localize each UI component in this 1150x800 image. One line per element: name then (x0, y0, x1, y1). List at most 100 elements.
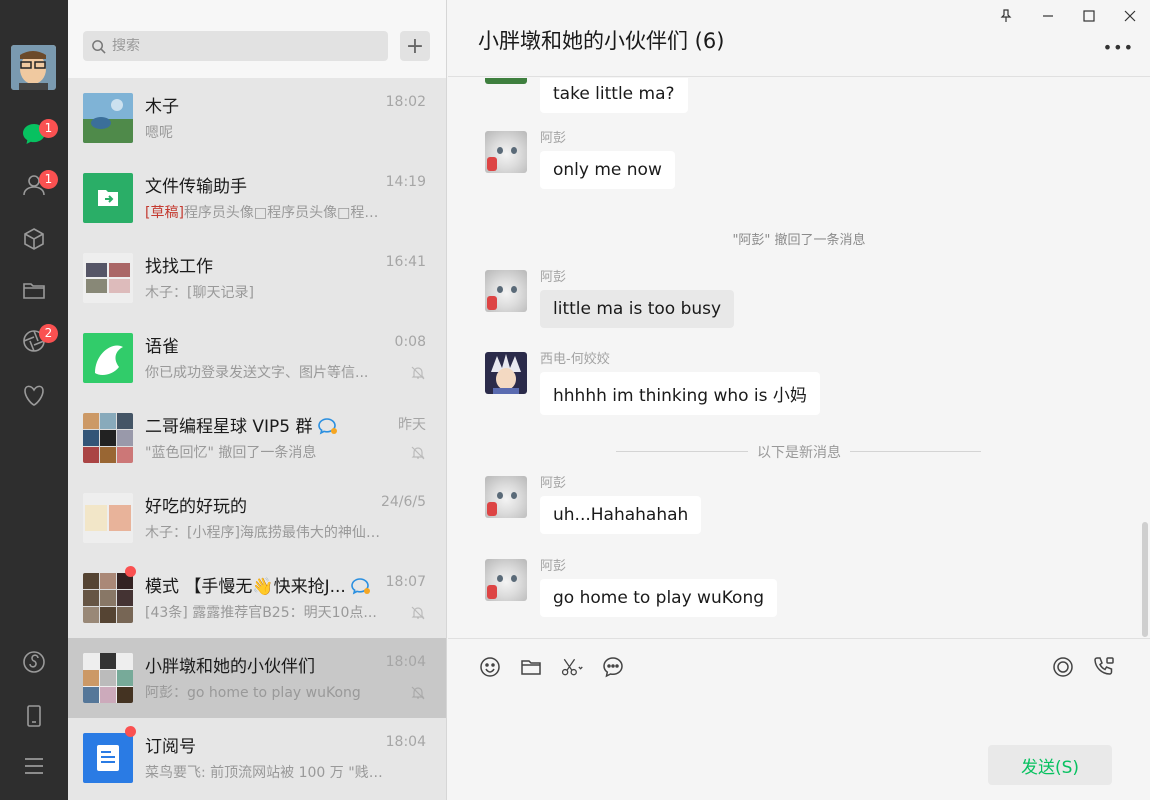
conversation-avatar (83, 93, 133, 143)
conversation-item[interactable]: 模式 【手慢无👋快来抢J... 18:07 [43条] 露露推荐官B25：明天1… (68, 558, 446, 638)
conversation-preview: 阿彭：go home to play wuKong (145, 685, 361, 701)
conversation-name: 二哥编程星球 VIP5 群 (145, 412, 338, 437)
group-avatar (83, 413, 133, 463)
group-avatar (83, 653, 133, 703)
minimize-icon[interactable] (1038, 6, 1058, 26)
pin-icon[interactable] (996, 6, 1016, 26)
conversation-time: 18:04 (385, 654, 426, 670)
chat-pane: 小胖墩和她的小伙伴们 (6) ••• take little ma? 阿彭 on… (448, 0, 1150, 800)
conversation-name: 语雀 (145, 337, 179, 357)
sender-avatar[interactable] (485, 476, 527, 518)
group-chat-badge-icon (318, 418, 337, 435)
contacts-badge: 1 (39, 170, 58, 189)
sender-avatar[interactable] (485, 559, 527, 601)
conversation-preview: 你已成功登录发送文字、图片等信... (145, 365, 369, 381)
nav-sidebar: 1 1 2 (0, 0, 68, 800)
conversation-time: 24/6/5 (380, 494, 426, 510)
search-input[interactable] (112, 38, 372, 54)
conversation-item[interactable]: 找找工作 16:41 木子：[聊天记录] (68, 238, 446, 318)
message-bubble: only me now (540, 151, 675, 189)
conversation-item[interactable]: 好吃的好玩的 24/6/5 木子：[小程序]海底捞最伟大的神仙蘸... (68, 478, 446, 558)
conversation-item[interactable]: 语雀 0:08 你已成功登录发送文字、图片等信... (68, 318, 446, 398)
new-messages-divider-label: 以下是新消息 (748, 442, 850, 462)
mute-bell-icon (411, 446, 425, 460)
message-bubble: take little ma? (540, 78, 688, 113)
sender-name: 阿彭 (540, 270, 567, 285)
conversation-name: 模式 【手慢无👋快来抢J... (145, 572, 371, 597)
send-button[interactable]: 发送(S) (988, 745, 1112, 785)
conversation-time: 昨天 (398, 417, 426, 433)
message-scrollbar[interactable] (1142, 522, 1148, 637)
send-file-folder-icon[interactable] (519, 655, 543, 679)
search-icon (92, 39, 106, 54)
conversation-preview: 嗯呢 (145, 125, 173, 141)
conversation-preview: 菜鸟要飞: 前顶流网站被 100 万 "贱卖... (145, 765, 385, 781)
unread-dot (125, 726, 136, 737)
sender-avatar[interactable] (485, 78, 527, 84)
add-button[interactable]: + (400, 31, 430, 61)
draft-text: 程序员头像□程序员头像□程序员... (183, 205, 385, 221)
conversation-item[interactable]: 订阅号 18:04 菜鸟要飞: 前顶流网站被 100 万 "贱卖... (68, 718, 446, 798)
conversation-time: 18:07 (385, 574, 426, 590)
group-avatar (83, 573, 133, 623)
favorites-box-icon[interactable] (20, 225, 48, 253)
conversation-preview: "蓝色回忆" 撤回了一条消息 (145, 445, 317, 461)
conversation-preview: [草稿]程序员头像□程序员头像□程序员... (145, 202, 385, 222)
group-avatar (83, 493, 133, 543)
phone-icon[interactable] (20, 702, 48, 730)
group-avatar (83, 253, 133, 303)
conversation-item[interactable]: 文件传输助手 14:19 [草稿]程序员头像□程序员头像□程序员... (68, 158, 446, 238)
conversation-preview: 木子：[聊天记录] (145, 285, 254, 301)
file-transfer-avatar (83, 173, 133, 223)
conversation-time: 18:02 (385, 94, 426, 110)
sender-name: 阿彭 (540, 131, 567, 146)
conversation-name: 好吃的好玩的 (145, 497, 247, 517)
mute-bell-icon (411, 366, 425, 380)
chat-title: 小胖墩和她的小伙伴们 (6) (478, 29, 725, 53)
message-bubble: hhhhh im thinking who is 小妈 (540, 372, 820, 415)
conversation-name: 文件传输助手 (145, 177, 247, 197)
message-bubble: little ma is too busy (540, 290, 735, 328)
menu-hamburger-icon[interactable] (20, 752, 48, 780)
conversation-time: 18:04 (385, 734, 426, 750)
conversation-name: 木子 (145, 97, 179, 117)
subscriptions-avatar (83, 733, 133, 783)
conversation-list-pane: + 木子 18:02 嗯呢 文件传输助手 14:19 [草稿]程序员头像□程序员… (68, 0, 447, 800)
chat-header: 小胖墩和她的小伙伴们 (6) ••• (448, 0, 1150, 77)
unread-dot (125, 566, 136, 577)
chat-history-icon[interactable] (601, 655, 625, 679)
mute-bell-icon (411, 686, 425, 700)
yuque-avatar (83, 333, 133, 383)
mute-bell-icon (411, 606, 425, 620)
conversation-time: 0:08 (394, 334, 426, 350)
close-icon[interactable] (1120, 6, 1140, 26)
sender-avatar[interactable] (485, 131, 527, 173)
files-folder-icon[interactable] (20, 276, 48, 304)
emoji-icon[interactable] (478, 655, 502, 679)
voice-video-call-icon[interactable] (1092, 655, 1116, 679)
more-options-icon[interactable]: ••• (1103, 38, 1134, 57)
conversation-time: 14:19 (385, 174, 426, 190)
conversation-name: 找找工作 (145, 257, 213, 277)
conversation-time: 16:41 (385, 254, 426, 270)
conversation-item[interactable]: 木子 18:02 嗯呢 (68, 78, 446, 158)
draft-tag: [草稿] (145, 205, 184, 221)
conversation-item[interactable]: 二哥编程星球 VIP5 群 昨天 "蓝色回忆" 撤回了一条消息 (68, 398, 446, 478)
recall-notice: "阿彭" 撤回了一条消息 (732, 233, 866, 248)
maximize-icon[interactable] (1079, 6, 1099, 26)
user-avatar[interactable] (11, 45, 56, 90)
screenshot-scissors-icon[interactable] (560, 655, 584, 679)
sender-name: 阿彭 (540, 476, 567, 491)
live-stream-icon[interactable] (1051, 655, 1075, 679)
chats-badge: 1 (39, 119, 58, 138)
channels-butterfly-icon[interactable] (20, 381, 48, 409)
conversation-name: 小胖墩和她的小伙伴们 (145, 657, 315, 677)
conversation-item-active[interactable]: 小胖墩和她的小伙伴们 18:04 阿彭：go home to play wuKo… (68, 638, 446, 718)
miniprogram-icon[interactable] (20, 648, 48, 676)
conversation-preview: 木子：[小程序]海底捞最伟大的神仙蘸... (145, 525, 385, 541)
moments-badge: 2 (39, 324, 58, 343)
search-box[interactable] (83, 31, 388, 61)
sender-avatar[interactable] (485, 352, 527, 394)
sender-avatar[interactable] (485, 270, 527, 312)
conversation-list: 木子 18:02 嗯呢 文件传输助手 14:19 [草稿]程序员头像□程序员头像… (68, 78, 446, 798)
